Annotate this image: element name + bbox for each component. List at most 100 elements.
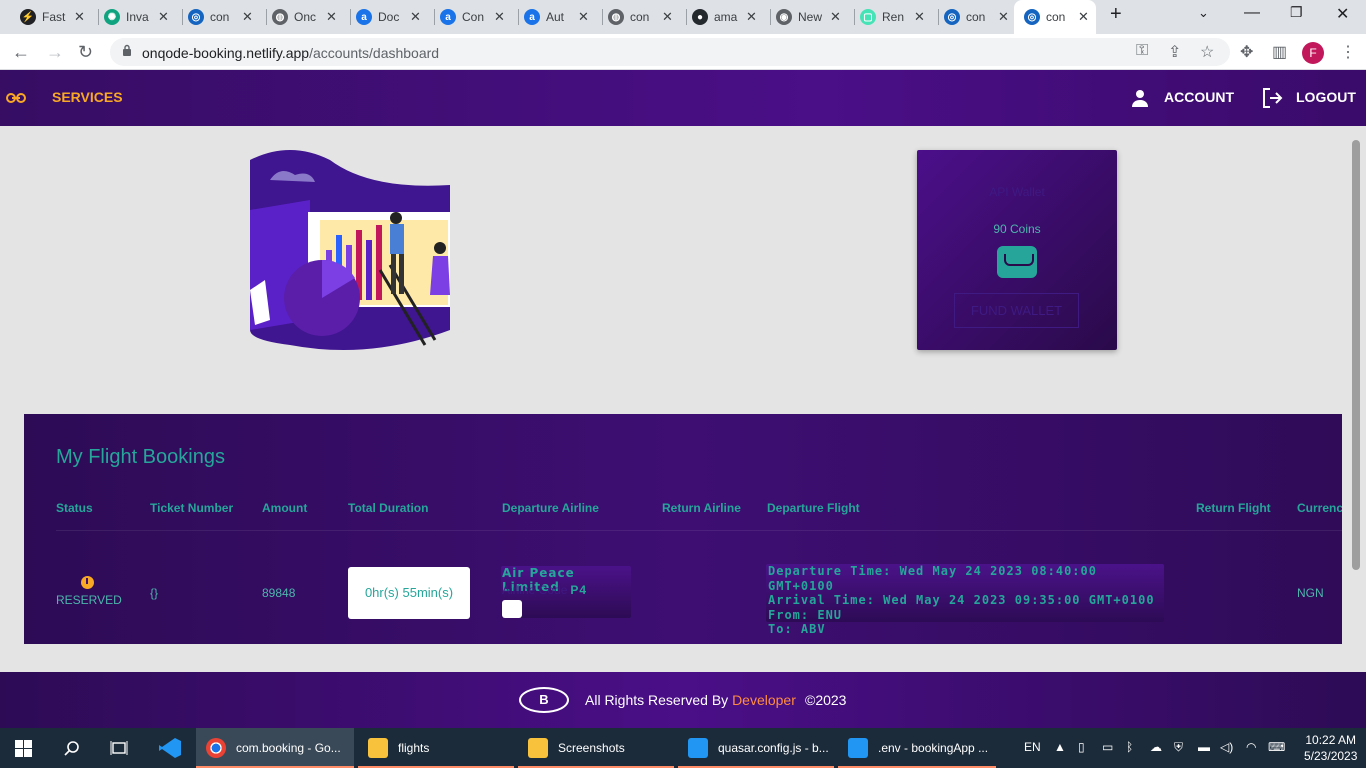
- wifi-icon[interactable]: ◠: [1246, 740, 1256, 754]
- system-clock[interactable]: 10:22 AM 5/23/2023: [1304, 732, 1357, 764]
- close-tab-icon[interactable]: ✕: [914, 9, 925, 25]
- browser-tab[interactable]: a Con ✕: [436, 4, 519, 30]
- close-tab-icon[interactable]: ✕: [74, 9, 85, 25]
- menu-kebab-icon[interactable]: ⋮: [1340, 42, 1356, 62]
- browser-tab[interactable]: ✺ Inva ✕: [100, 4, 183, 30]
- bluetooth-icon[interactable]: ᛒ: [1126, 740, 1133, 754]
- browser-tab[interactable]: a Aut ✕: [520, 4, 603, 30]
- taskbar-item-flights[interactable]: flights: [358, 728, 514, 768]
- lock-icon: [123, 44, 131, 56]
- departure-time: Departure Time: Wed May 24 2023 08:40:00…: [768, 564, 1097, 593]
- close-window-icon[interactable]: ✕: [1336, 4, 1349, 24]
- to-airport: To: ABV: [768, 622, 826, 636]
- close-tab-icon[interactable]: ✕: [494, 9, 505, 25]
- clock-icon: [81, 576, 94, 589]
- taskbar-item-screenshots[interactable]: Screenshots: [518, 728, 674, 768]
- aperture-icon: ◎: [944, 9, 960, 25]
- taskbar-item-vscode-quasar[interactable]: quasar.config.js - b...: [678, 728, 834, 768]
- browser-tab-strip: ⚡ Fast ✕ ✺ Inva ✕ ◎ con ✕ ◍ Onc ✕ a Doc ✕ a Con ✕ aA…: [0, 0, 1366, 34]
- chrome-icon: [206, 738, 226, 758]
- column-header-ticket[interactable]: Ticket Number: [150, 501, 233, 515]
- task-view-icon[interactable]: [110, 740, 128, 756]
- column-header-departure-airline[interactable]: Departure Airline: [502, 501, 599, 515]
- bookmark-star-icon[interactable]: ☆: [1200, 42, 1214, 62]
- usb-icon[interactable]: ▯: [1078, 740, 1085, 754]
- browser-tab-active[interactable]: ◎ con ✕: [1014, 0, 1096, 34]
- taskbar-item-chrome[interactable]: com.booking - Go...: [196, 728, 354, 768]
- restore-icon[interactable]: ❐: [1290, 4, 1303, 21]
- battery-icon[interactable]: ▬: [1198, 740, 1210, 754]
- close-tab-icon[interactable]: ✕: [830, 9, 841, 25]
- column-header-return-airline[interactable]: Return Airline: [662, 501, 741, 515]
- search-icon[interactable]: [64, 740, 80, 756]
- link-icon[interactable]: [6, 91, 26, 105]
- security-icon[interactable]: ⛨: [1174, 740, 1183, 755]
- vscode-icon[interactable]: [158, 737, 182, 759]
- profile-avatar[interactable]: F: [1302, 42, 1324, 64]
- vscode-icon: [688, 738, 708, 758]
- browser-tab[interactable]: ● ama ✕: [688, 4, 771, 30]
- close-tab-icon[interactable]: ✕: [578, 9, 589, 25]
- developer-link[interactable]: Developer: [732, 692, 796, 708]
- status-badge: RESERVED: [56, 593, 122, 607]
- a-logo-icon: a: [440, 9, 456, 25]
- minimize-icon[interactable]: —: [1244, 4, 1260, 22]
- column-header-amount[interactable]: Amount: [262, 501, 307, 515]
- column-header-duration[interactable]: Total Duration: [348, 501, 428, 515]
- browser-tab[interactable]: ⚡ Fast ✕: [16, 4, 99, 30]
- close-tab-icon[interactable]: ✕: [662, 9, 673, 25]
- taskbar-item-vscode-env[interactable]: .env - bookingApp ...: [838, 728, 996, 768]
- extensions-icon[interactable]: ✥: [1240, 42, 1253, 62]
- account-link[interactable]: ACCOUNT: [1164, 89, 1234, 105]
- page-scrollbar[interactable]: [1352, 140, 1360, 570]
- browser-tab[interactable]: ◎ con ✕: [940, 4, 1012, 30]
- close-tab-icon[interactable]: ✕: [410, 9, 421, 25]
- account-icon[interactable]: [1130, 88, 1150, 108]
- browser-tab[interactable]: a Doc ✕: [352, 4, 435, 30]
- departure-airline-card: Air Peace Limited Airline Code P4: [501, 566, 631, 618]
- close-tab-icon[interactable]: ✕: [242, 9, 253, 25]
- browser-tab[interactable]: ◎ con ✕: [184, 4, 267, 30]
- browser-tab[interactable]: ◉ New ✕: [772, 4, 855, 30]
- share-icon[interactable]: ⇪: [1168, 42, 1181, 62]
- key-icon[interactable]: ⚿: [1136, 42, 1148, 60]
- globe-icon: ◍: [272, 9, 288, 25]
- close-tab-icon[interactable]: ✕: [326, 9, 337, 25]
- keyboard-icon[interactable]: ⌨: [1268, 740, 1285, 754]
- close-tab-icon[interactable]: ✕: [1078, 9, 1089, 25]
- reload-icon[interactable]: ↻: [78, 42, 93, 63]
- column-header-status[interactable]: Status: [56, 501, 93, 515]
- windows-start-icon[interactable]: [15, 740, 32, 757]
- device-icon[interactable]: ▭: [1102, 740, 1113, 754]
- arrival-time: Arrival Time: Wed May 24 2023 09:35:00 G…: [768, 593, 1155, 607]
- logout-icon[interactable]: [1261, 87, 1283, 109]
- tab-search-icon[interactable]: ⌄: [1198, 5, 1209, 21]
- volume-icon[interactable]: ◁): [1220, 740, 1233, 754]
- browser-tab[interactable]: ▢ Ren ✕: [856, 4, 939, 30]
- airline-logo-icon: [502, 600, 522, 618]
- fund-wallet-button[interactable]: FUND WALLET: [954, 293, 1079, 328]
- forward-icon[interactable]: →: [46, 42, 64, 63]
- vlc-icon[interactable]: ▲: [1054, 740, 1066, 754]
- cloud-off-icon[interactable]: ☁: [1150, 740, 1162, 754]
- from-airport: From: ENU: [768, 607, 843, 622]
- side-panel-icon[interactable]: ▥: [1272, 42, 1287, 62]
- address-bar[interactable]: onqode-booking.netlify.app/accounts/dash…: [110, 38, 1230, 66]
- app-footer: B All Rights Reserved By Developer ©2023: [0, 672, 1366, 728]
- column-header-return-flight[interactable]: Return Flight: [1196, 501, 1271, 515]
- wallet-title: API Wallet: [989, 185, 1045, 199]
- browser-toolbar: ← → ↻ onqode-booking.netlify.app/account…: [0, 34, 1366, 70]
- browser-tab[interactable]: ◍ con ✕: [604, 4, 687, 30]
- language-indicator[interactable]: EN: [1024, 740, 1041, 754]
- new-tab-icon[interactable]: +: [1110, 3, 1122, 26]
- column-header-departure-flight[interactable]: Departure Flight: [767, 501, 860, 515]
- close-tab-icon[interactable]: ✕: [998, 9, 1009, 25]
- back-icon[interactable]: ←: [12, 42, 30, 63]
- column-header-currency[interactable]: Currency: [1297, 501, 1342, 515]
- close-tab-icon[interactable]: ✕: [746, 9, 757, 25]
- browser-tab[interactable]: ◍ Onc ✕: [268, 4, 351, 30]
- close-tab-icon[interactable]: ✕: [158, 9, 169, 25]
- logout-link[interactable]: LOGOUT: [1296, 89, 1356, 105]
- a-logo-icon: a: [524, 9, 540, 25]
- services-link[interactable]: SERVICES: [52, 89, 123, 105]
